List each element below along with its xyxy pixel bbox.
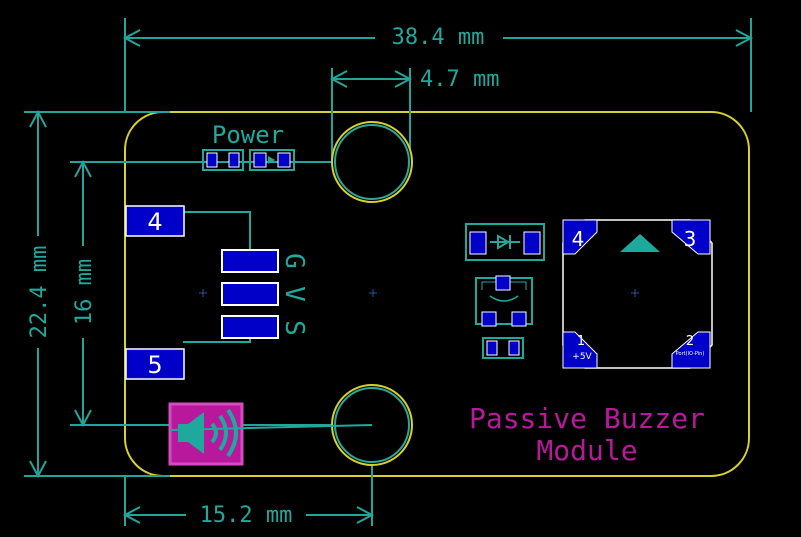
width-dimension-label: 38.4 mm (392, 25, 485, 50)
module-title-line1: Passive Buzzer (469, 402, 705, 435)
header-pads-gvs (221, 249, 279, 339)
svg-text:3: 3 (684, 227, 697, 251)
pin-spacing-label: 16 mm (72, 259, 97, 325)
connector-outline-top (183, 211, 251, 250)
pad-5-left: 5 (125, 348, 185, 380)
svg-text:5: 5 (147, 351, 162, 379)
svg-text:Port(IO-Pin): Port(IO-Pin) (676, 351, 705, 357)
pin-spacing-dimension: 16 mm (70, 159, 370, 428)
diode-footprint (465, 223, 545, 261)
buzzer-footprint: 4 3 1 2 +5V Port(IO-Pin) (562, 219, 713, 369)
pad-4-left: 4 (125, 205, 185, 237)
module-title-line2: Module (536, 434, 637, 467)
header-label-v: V (279, 286, 309, 302)
svg-text:4: 4 (147, 208, 162, 236)
width-dimension: 38.4 mm (122, 18, 754, 112)
mounting-hole-top (331, 121, 413, 203)
power-label: Power (212, 121, 284, 149)
resistor-footprint-2 (482, 337, 524, 359)
svg-text:+5V: +5V (572, 352, 592, 362)
pcb-canvas: 38.4 mm 4.7 mm 22.4 mm 16 mm 15.2 mm Pow… (24, 18, 754, 528)
power-resistor-footprint (202, 149, 244, 171)
height-dimension-label: 22.4 mm (27, 246, 52, 339)
svg-text:1: 1 (577, 334, 585, 349)
power-led-footprint (249, 149, 295, 171)
svg-text:2: 2 (686, 334, 694, 349)
transistor-footprint (475, 275, 533, 327)
header-label-g: G (279, 253, 309, 269)
svg-text:4: 4 (572, 227, 585, 251)
header-label-s: S (279, 320, 309, 336)
hole-offset-label: 15.2 mm (200, 503, 293, 528)
hole-diameter-label: 4.7 mm (420, 67, 499, 92)
